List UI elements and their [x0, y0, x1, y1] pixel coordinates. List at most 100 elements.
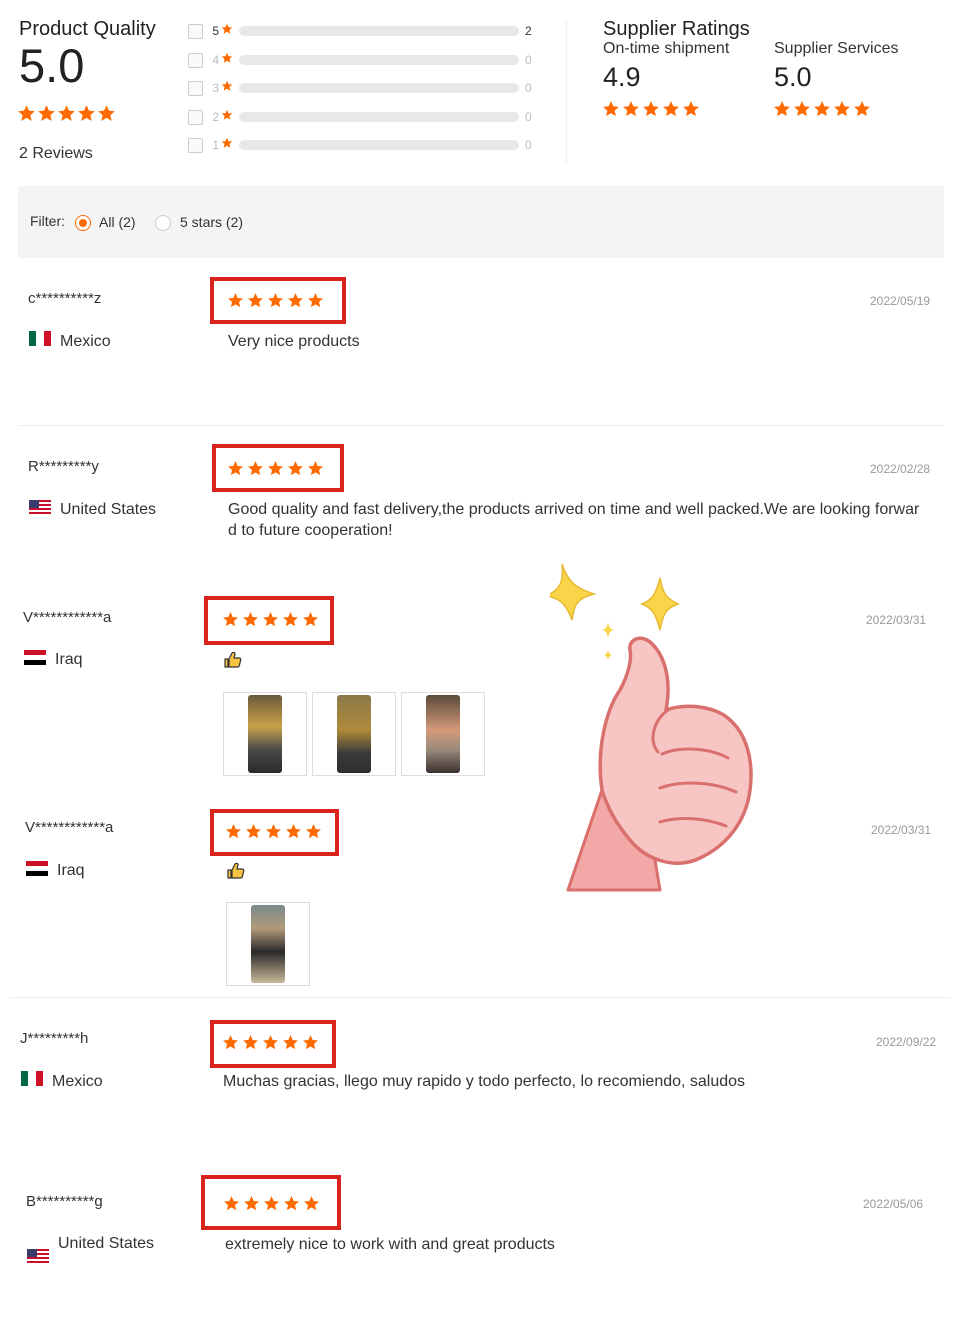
sparkle-icon	[604, 650, 612, 660]
rating-bar-count: 0	[525, 110, 532, 124]
review-text: extremely nice to work with and great pr…	[225, 1236, 555, 1253]
review-photo[interactable]	[401, 692, 485, 776]
star-icon	[228, 461, 243, 476]
star-icon	[304, 1196, 319, 1211]
star-icon	[306, 824, 321, 839]
product-quality-score: 5.0	[19, 39, 85, 92]
thumbs-up-sticker	[550, 563, 753, 892]
rating-4-checkbox[interactable]	[188, 52, 203, 68]
review-photo[interactable]	[312, 692, 396, 776]
star-icon	[268, 461, 283, 476]
star-icon	[794, 101, 810, 117]
rating-bar-label: 3	[212, 81, 219, 95]
rating-bar-1[interactable]: 1 0	[188, 137, 532, 153]
us-flag-icon	[27, 1249, 49, 1264]
star-icon	[643, 101, 659, 117]
star-icon	[221, 52, 233, 63]
reviewer-country: Mexico	[60, 333, 111, 350]
supplier-services-label: Supplier Services	[774, 40, 899, 57]
reviewer-name: c**********z	[28, 290, 102, 307]
filter-all-radio[interactable]	[75, 215, 91, 231]
star-icon	[288, 293, 303, 308]
star-icon	[78, 105, 95, 121]
rating-bar-label: 4	[212, 53, 219, 67]
rating-bar-track	[239, 26, 519, 36]
reviewer-country: Mexico	[52, 1073, 103, 1090]
product-quality-title: Product Quality	[19, 18, 156, 40]
star-icon	[303, 612, 318, 627]
iraq-flag-icon	[26, 861, 48, 876]
reviewer-name: J*********h	[20, 1030, 89, 1047]
review-text: Muchas gracias, llego muy rapido y todo …	[223, 1073, 746, 1090]
summary-divider	[566, 20, 567, 165]
mexico-flag-icon	[29, 331, 51, 346]
filter-5-stars-radio[interactable]	[155, 215, 171, 231]
star-icon	[268, 293, 283, 308]
on-time-shipment-score: 4.9	[603, 62, 641, 92]
star-icon	[284, 1196, 299, 1211]
review-text-line-2: d to future cooperation!	[228, 522, 393, 539]
product-quality-stars	[17, 104, 117, 128]
rating-bar-label: 5	[212, 24, 219, 38]
rating-3-checkbox[interactable]	[188, 80, 203, 96]
star-icon	[18, 105, 35, 121]
rating-bar-4[interactable]: 4 0	[188, 52, 532, 68]
reviewer-country: United States	[60, 501, 157, 518]
sparkle-icon	[550, 563, 597, 621]
review-divider	[18, 425, 944, 426]
star-icon	[303, 1035, 318, 1050]
rating-bar-track	[239, 55, 519, 65]
star-icon	[58, 105, 75, 121]
star-icon	[221, 23, 233, 34]
reviewer-name: V************a	[23, 609, 112, 626]
review-date: 2022/03/31	[871, 823, 932, 837]
reviews-count: 2 Reviews	[19, 145, 93, 162]
star-icon	[223, 1035, 238, 1050]
review-stars	[222, 1034, 322, 1056]
star-icon	[244, 1196, 259, 1211]
rating-5-checkbox[interactable]	[188, 23, 203, 39]
rating-bar-2[interactable]: 2 0	[188, 109, 532, 125]
filter-5-stars-label[interactable]: 5 stars (2)	[180, 214, 243, 230]
rating-bar-label: 2	[212, 110, 219, 124]
reviewer-country: Iraq	[57, 862, 85, 879]
star-icon	[286, 824, 301, 839]
reviewer-country: United States	[58, 1235, 155, 1252]
rating-1-checkbox[interactable]	[188, 137, 203, 153]
review-stars	[227, 292, 327, 314]
star-icon	[283, 1035, 298, 1050]
rating-bar-count: 0	[525, 138, 532, 152]
reviewer-name: B**********g	[26, 1193, 103, 1210]
star-icon	[774, 101, 790, 117]
star-icon	[98, 105, 115, 121]
star-icon	[246, 824, 261, 839]
review-stars	[227, 460, 327, 482]
rating-bar-label: 1	[212, 138, 219, 152]
star-icon	[221, 22, 233, 40]
reviewer-name: R*********y	[28, 458, 99, 475]
filter-all-label[interactable]: All (2)	[99, 214, 136, 230]
star-icon	[603, 101, 619, 117]
supplier-services-stars	[773, 100, 873, 123]
rating-bar-count: 2	[525, 24, 532, 38]
star-icon	[308, 461, 323, 476]
supplier-ratings-title: Supplier Ratings	[603, 18, 750, 40]
on-time-shipment-label: On-time shipment	[603, 40, 730, 57]
star-icon	[243, 1035, 258, 1050]
star-icon	[266, 824, 281, 839]
star-icon	[834, 101, 850, 117]
thumbs-up-icon	[227, 862, 245, 879]
review-date: 2022/05/19	[870, 294, 931, 308]
review-photo[interactable]	[226, 902, 310, 986]
rating-2-checkbox[interactable]	[188, 109, 203, 125]
review-photo[interactable]	[223, 692, 307, 776]
review-text-line-1: Good quality and fast delivery,the produ…	[228, 501, 920, 518]
star-icon	[221, 109, 233, 120]
rating-bar-5[interactable]: 5 2	[188, 23, 532, 39]
iraq-flag-icon	[24, 650, 46, 665]
star-icon	[223, 612, 238, 627]
star-icon	[283, 612, 298, 627]
rating-bar-track	[239, 83, 519, 93]
star-icon	[854, 101, 870, 117]
rating-bar-3[interactable]: 3 0	[188, 80, 532, 96]
